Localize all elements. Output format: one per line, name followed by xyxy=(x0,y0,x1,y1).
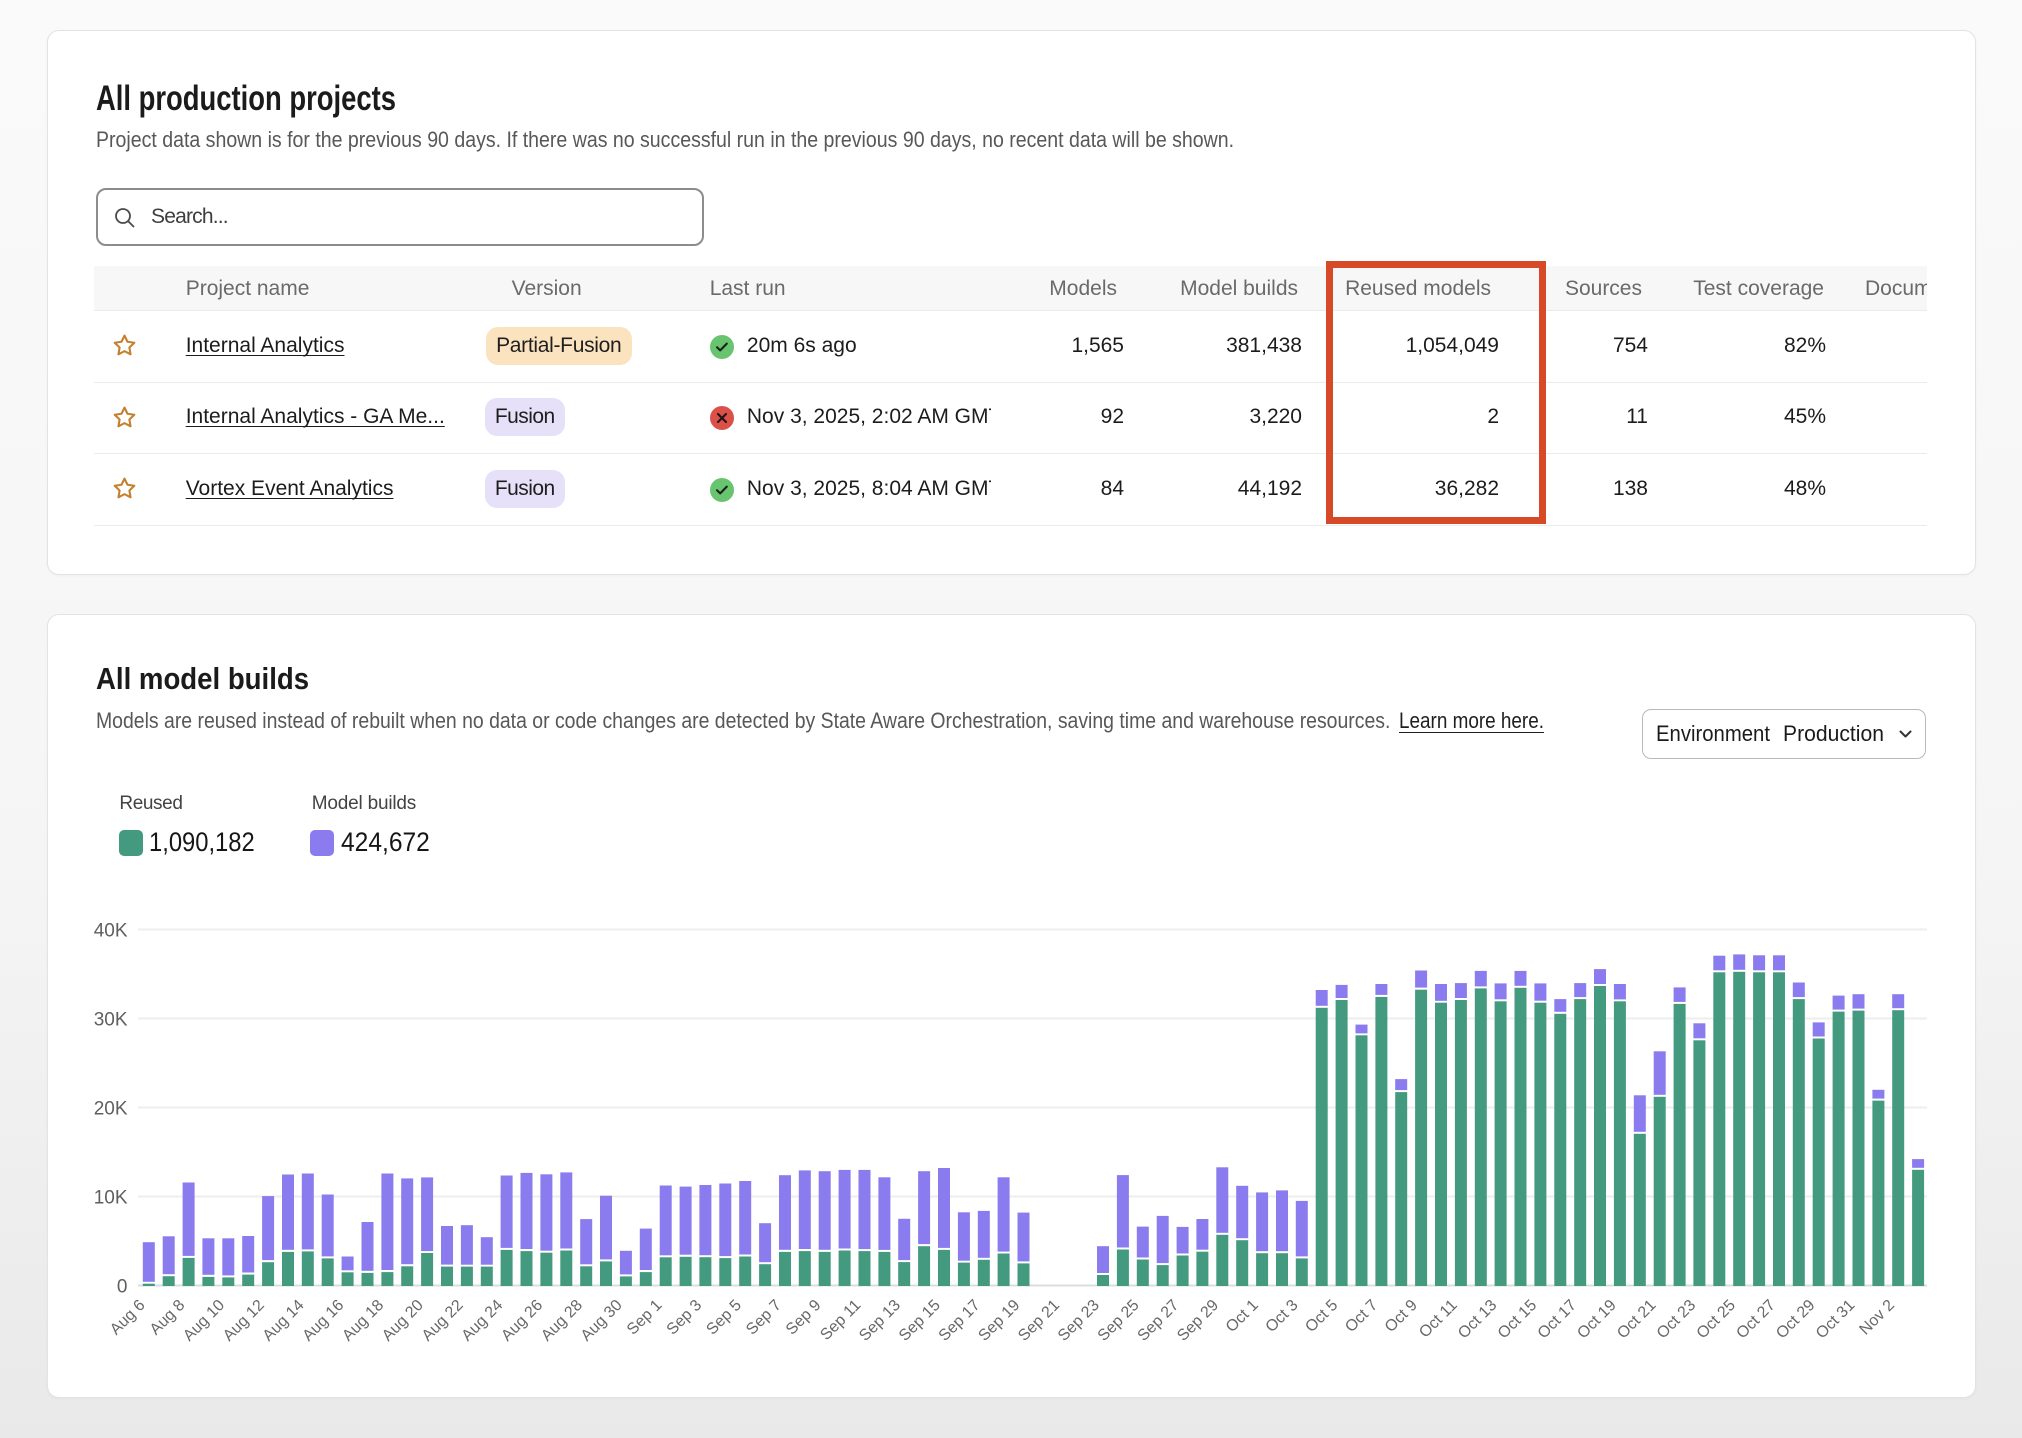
svg-text:Aug 6: Aug 6 xyxy=(107,1297,149,1339)
svg-text:Oct 9: Oct 9 xyxy=(1382,1297,1421,1336)
svg-text:Sep 21: Sep 21 xyxy=(1015,1297,1063,1345)
svg-text:Oct 5: Oct 5 xyxy=(1302,1297,1341,1336)
svg-text:Sep 29: Sep 29 xyxy=(1174,1297,1222,1345)
svg-text:Oct 25: Oct 25 xyxy=(1694,1297,1739,1342)
svg-text:10K: 10K xyxy=(94,1188,128,1209)
svg-text:Oct 1: Oct 1 xyxy=(1223,1297,1262,1336)
svg-text:Sep 3: Sep 3 xyxy=(664,1297,706,1339)
svg-text:Oct 19: Oct 19 xyxy=(1574,1297,1619,1342)
svg-text:Sep 7: Sep 7 xyxy=(743,1297,785,1339)
svg-text:Aug 20: Aug 20 xyxy=(379,1297,427,1345)
svg-text:Sep 19: Sep 19 xyxy=(975,1297,1023,1345)
svg-text:Aug 24: Aug 24 xyxy=(459,1297,507,1345)
svg-text:Sep 23: Sep 23 xyxy=(1055,1297,1103,1345)
svg-text:Aug 16: Aug 16 xyxy=(300,1297,348,1345)
svg-text:20K: 20K xyxy=(94,1099,128,1120)
svg-text:Oct 17: Oct 17 xyxy=(1535,1297,1580,1342)
svg-text:Oct 23: Oct 23 xyxy=(1654,1297,1699,1342)
svg-text:Aug 22: Aug 22 xyxy=(419,1297,467,1345)
svg-text:Oct 29: Oct 29 xyxy=(1773,1297,1818,1342)
svg-text:Oct 15: Oct 15 xyxy=(1495,1297,1540,1342)
svg-text:0: 0 xyxy=(117,1277,128,1298)
svg-text:Sep 27: Sep 27 xyxy=(1135,1297,1183,1345)
svg-text:Aug 10: Aug 10 xyxy=(180,1297,228,1345)
svg-text:Sep 13: Sep 13 xyxy=(856,1297,904,1345)
svg-text:Oct 3: Oct 3 xyxy=(1263,1297,1302,1336)
svg-text:Oct 11: Oct 11 xyxy=(1416,1297,1461,1342)
svg-text:30K: 30K xyxy=(94,1010,128,1031)
svg-text:Sep 5: Sep 5 xyxy=(703,1297,745,1339)
svg-text:Sep 15: Sep 15 xyxy=(896,1297,944,1345)
svg-text:Oct 7: Oct 7 xyxy=(1342,1297,1381,1336)
svg-text:Sep 1: Sep 1 xyxy=(624,1297,666,1339)
svg-text:Aug 14: Aug 14 xyxy=(260,1297,308,1345)
svg-text:Sep 25: Sep 25 xyxy=(1095,1297,1143,1345)
svg-text:Aug 30: Aug 30 xyxy=(578,1297,626,1345)
svg-text:Aug 12: Aug 12 xyxy=(220,1297,268,1345)
svg-text:40K: 40K xyxy=(94,921,128,942)
svg-text:Oct 21: Oct 21 xyxy=(1614,1297,1659,1342)
svg-text:Oct 27: Oct 27 xyxy=(1733,1297,1778,1342)
svg-text:Oct 13: Oct 13 xyxy=(1455,1297,1500,1342)
svg-text:Aug 18: Aug 18 xyxy=(339,1297,387,1345)
svg-text:Sep 17: Sep 17 xyxy=(936,1297,984,1345)
svg-text:Nov 2: Nov 2 xyxy=(1856,1297,1898,1339)
svg-text:Aug 28: Aug 28 xyxy=(538,1297,586,1345)
svg-text:Oct 31: Oct 31 xyxy=(1813,1297,1858,1342)
svg-text:Aug 26: Aug 26 xyxy=(498,1297,546,1345)
svg-text:Sep 11: Sep 11 xyxy=(817,1297,864,1344)
